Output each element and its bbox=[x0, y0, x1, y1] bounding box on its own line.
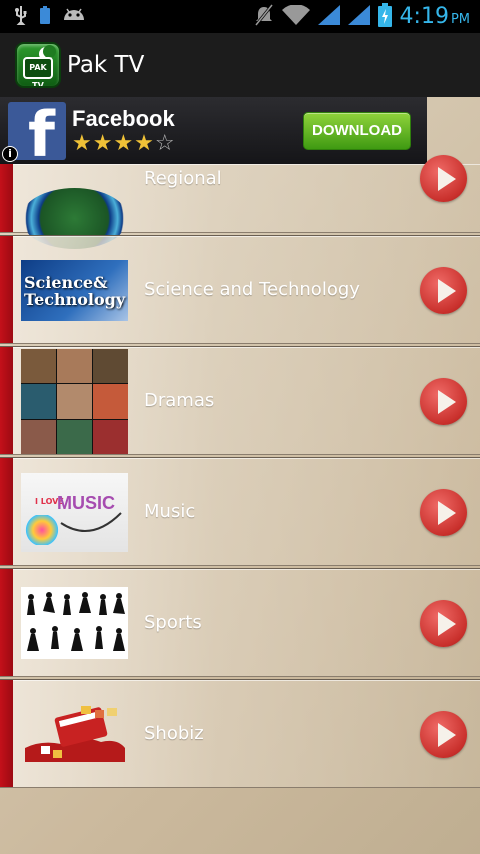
play-icon[interactable] bbox=[420, 600, 467, 647]
list-item-dramas[interactable]: Dramas bbox=[0, 346, 480, 455]
accent-bar bbox=[0, 236, 13, 343]
clock-ampm: PM bbox=[450, 12, 470, 27]
thumb-text-line: Science& bbox=[24, 272, 108, 292]
science-thumbnail: Science& Technology bbox=[21, 260, 128, 321]
ad-title[interactable]: Facebook bbox=[72, 106, 176, 132]
dramas-thumbnail bbox=[21, 349, 128, 454]
music-thumbnail: I LOVE MUSIC bbox=[21, 473, 128, 552]
list-item-label: Shobiz bbox=[144, 723, 204, 744]
clock-time: 4:19 bbox=[399, 4, 449, 29]
star-filled-icons: ★★★★ bbox=[72, 130, 155, 156]
category-list: Regional Science& Technology Science and… bbox=[0, 155, 480, 790]
signal-icon bbox=[347, 4, 370, 29]
thumb-text-line: Technology bbox=[24, 289, 126, 309]
battery-small-icon bbox=[40, 5, 50, 28]
list-item-music[interactable]: I LOVE MUSIC Music bbox=[0, 457, 480, 566]
play-icon[interactable] bbox=[420, 378, 467, 425]
accent-bar bbox=[0, 569, 13, 676]
list-item-label: Regional bbox=[144, 167, 222, 189]
play-icon[interactable] bbox=[420, 155, 467, 202]
list-item-label: Music bbox=[144, 501, 196, 522]
play-icon[interactable] bbox=[420, 267, 467, 314]
facebook-logo-letter: f bbox=[28, 101, 55, 160]
battery-charging-icon bbox=[377, 2, 392, 31]
app-title: Pak TV bbox=[67, 52, 145, 78]
action-bar: PAK TV Pak TV bbox=[0, 33, 480, 97]
android-icon bbox=[62, 6, 86, 28]
list-item-label: Dramas bbox=[144, 390, 215, 411]
info-icon[interactable]: i bbox=[2, 146, 18, 162]
app-logo-text: PAK TV bbox=[23, 57, 53, 86]
accent-bar bbox=[0, 680, 13, 787]
download-button[interactable]: DOWNLOAD bbox=[303, 111, 411, 150]
list-item-shobiz[interactable]: Shobiz bbox=[0, 679, 480, 788]
accent-bar bbox=[0, 164, 13, 232]
list-item-label: Sports bbox=[144, 612, 202, 633]
mute-icon bbox=[254, 3, 274, 30]
list-item-science[interactable]: Science& Technology Science and Technolo… bbox=[0, 235, 480, 344]
list-item-sports[interactable]: Sports bbox=[0, 568, 480, 677]
accent-bar bbox=[0, 458, 13, 565]
signal-icon bbox=[317, 4, 340, 29]
sports-thumbnail bbox=[21, 587, 128, 659]
list-item-regional[interactable]: Regional bbox=[0, 155, 480, 249]
usb-icon bbox=[14, 5, 28, 29]
list-item-label: Science and Technology bbox=[144, 279, 360, 300]
wifi-icon bbox=[281, 3, 310, 29]
play-icon[interactable] bbox=[420, 489, 467, 536]
shobiz-thumbnail bbox=[21, 704, 128, 765]
accent-bar bbox=[0, 347, 13, 454]
status-bar: 4:19 PM bbox=[0, 0, 480, 33]
play-icon[interactable] bbox=[420, 711, 467, 758]
app-logo-icon[interactable]: PAK TV bbox=[15, 42, 61, 88]
